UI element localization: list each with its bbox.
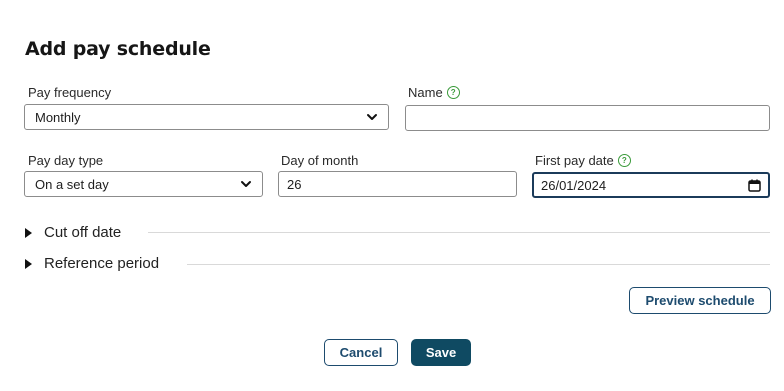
preview-schedule-button[interactable]: Preview schedule [629, 287, 771, 314]
chevron-down-icon [366, 111, 378, 123]
day-of-month-value: 26 [287, 176, 302, 192]
calendar-icon[interactable] [748, 179, 761, 192]
caret-right-icon [25, 227, 32, 238]
pay-day-type-label: Pay day type [28, 153, 103, 168]
cut-off-date-label: Cut off date [44, 224, 122, 241]
day-of-month-label-text: Day of month [281, 153, 359, 168]
name-label-text: Name [408, 85, 443, 100]
cut-off-date-toggle[interactable]: Cut off date [25, 224, 121, 241]
name-label: Name ? [408, 85, 460, 100]
cut-off-date-divider [148, 232, 770, 233]
day-of-month-input[interactable]: 26 [278, 171, 517, 197]
pay-frequency-value: Monthly [35, 109, 81, 125]
pay-frequency-select[interactable]: Monthly [24, 104, 389, 130]
pay-frequency-label-text: Pay frequency [28, 85, 112, 100]
chevron-down-icon [240, 178, 252, 190]
first-pay-date-label-text: First pay date [535, 153, 614, 168]
first-pay-date-label: First pay date ? [535, 153, 631, 168]
pay-day-type-value: On a set day [35, 176, 109, 192]
reference-period-toggle[interactable]: Reference period [25, 255, 159, 272]
cancel-button[interactable]: Cancel [324, 339, 398, 366]
pay-day-type-label-text: Pay day type [28, 153, 104, 168]
save-button[interactable]: Save [411, 339, 471, 366]
pay-frequency-label: Pay frequency [28, 85, 111, 100]
help-circle-icon[interactable]: ? [617, 154, 631, 167]
help-circle-icon[interactable]: ? [446, 86, 460, 99]
first-pay-date-input[interactable]: 26/01/2024 [532, 172, 770, 198]
name-input[interactable] [405, 105, 770, 131]
reference-period-divider [187, 264, 770, 265]
pay-day-type-select[interactable]: On a set day [24, 171, 263, 197]
caret-right-icon [25, 258, 32, 269]
day-of-month-label: Day of month [281, 153, 358, 168]
reference-period-label: Reference period [44, 255, 160, 272]
dialog-title: Add pay schedule [25, 38, 211, 60]
first-pay-date-value: 26/01/2024 [541, 177, 607, 193]
